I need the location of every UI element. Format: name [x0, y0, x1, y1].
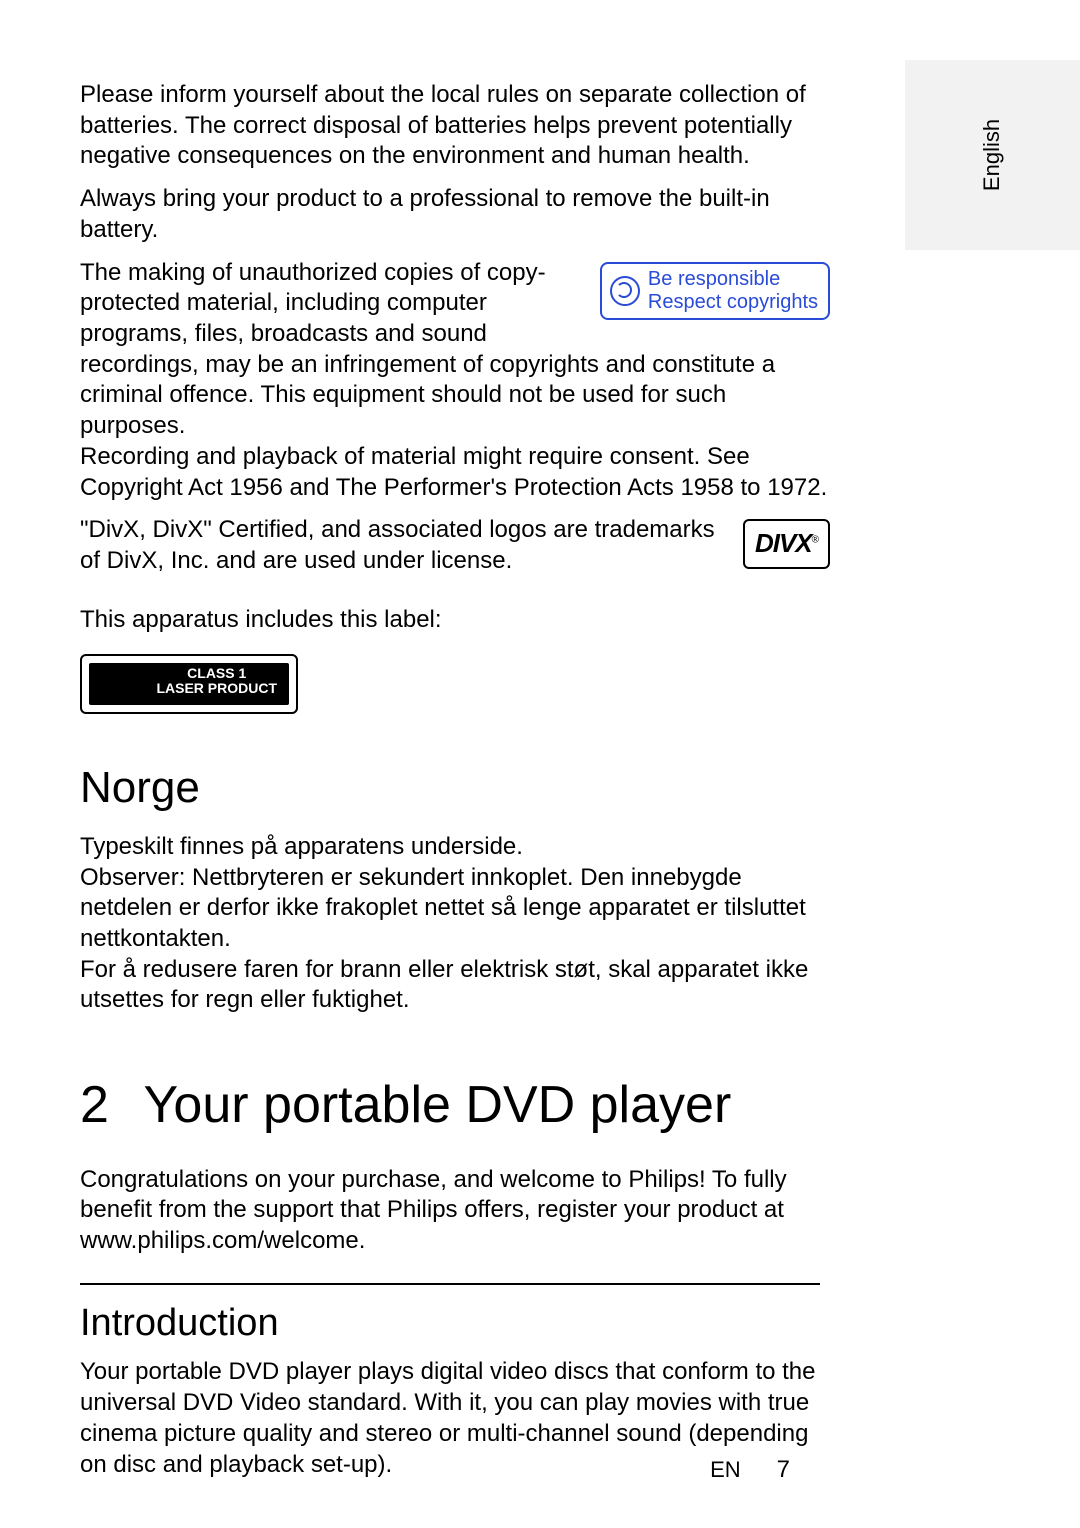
paragraph-remove-battery: Always bring your product to a professio… — [80, 184, 830, 245]
norge-p1: Typeskilt finnes på apparatens underside… — [80, 832, 830, 863]
copyright-responsibility-box: Be responsible Respect copyrights — [600, 262, 830, 320]
paragraph-battery-rules: Please inform yourself about the local r… — [80, 80, 830, 172]
recycle-icon — [610, 276, 640, 306]
norge-heading: Norge — [80, 760, 830, 816]
footer-lang: EN — [710, 1457, 741, 1483]
section-heading: Introduction — [80, 1299, 830, 1348]
laser-line1: CLASS 1 — [156, 666, 277, 681]
section-divider — [80, 1283, 820, 1285]
page-content: Please inform yourself about the local r… — [80, 80, 830, 1480]
apparatus-label-heading: This apparatus includes this label: — [80, 605, 830, 636]
copyright-line1: Be responsible — [648, 268, 818, 291]
norge-p2: Observer: Nettbryteren er sekundert innk… — [80, 863, 830, 955]
chapter-heading: 2 Your portable DVD player — [80, 1072, 830, 1139]
chapter-title: Your portable DVD player — [144, 1076, 732, 1134]
language-tab-label: English — [980, 119, 1006, 191]
footer-page-number: 7 — [777, 1456, 790, 1484]
page-footer: EN 7 — [710, 1456, 790, 1484]
divx-logo-box: DIVX® — [743, 519, 830, 568]
language-tab: English — [905, 60, 1080, 250]
paragraph-recording-consent: Recording and playback of material might… — [80, 442, 830, 503]
divx-logo-text: DIVX — [755, 528, 812, 558]
copyright-line2: Respect copyrights — [648, 291, 818, 314]
class1-laser-label: CLASS 1 LASER PRODUCT — [80, 654, 298, 714]
paragraph-divx-trademark: "DivX, DivX" Certified, and associated l… — [80, 515, 830, 576]
chapter-intro: Congratulations on your purchase, and we… — [80, 1165, 830, 1257]
norge-p3: For å redusere faren for brann eller ele… — [80, 955, 830, 1016]
laser-line2: LASER PRODUCT — [156, 681, 277, 696]
chapter-number: 2 — [80, 1072, 130, 1139]
